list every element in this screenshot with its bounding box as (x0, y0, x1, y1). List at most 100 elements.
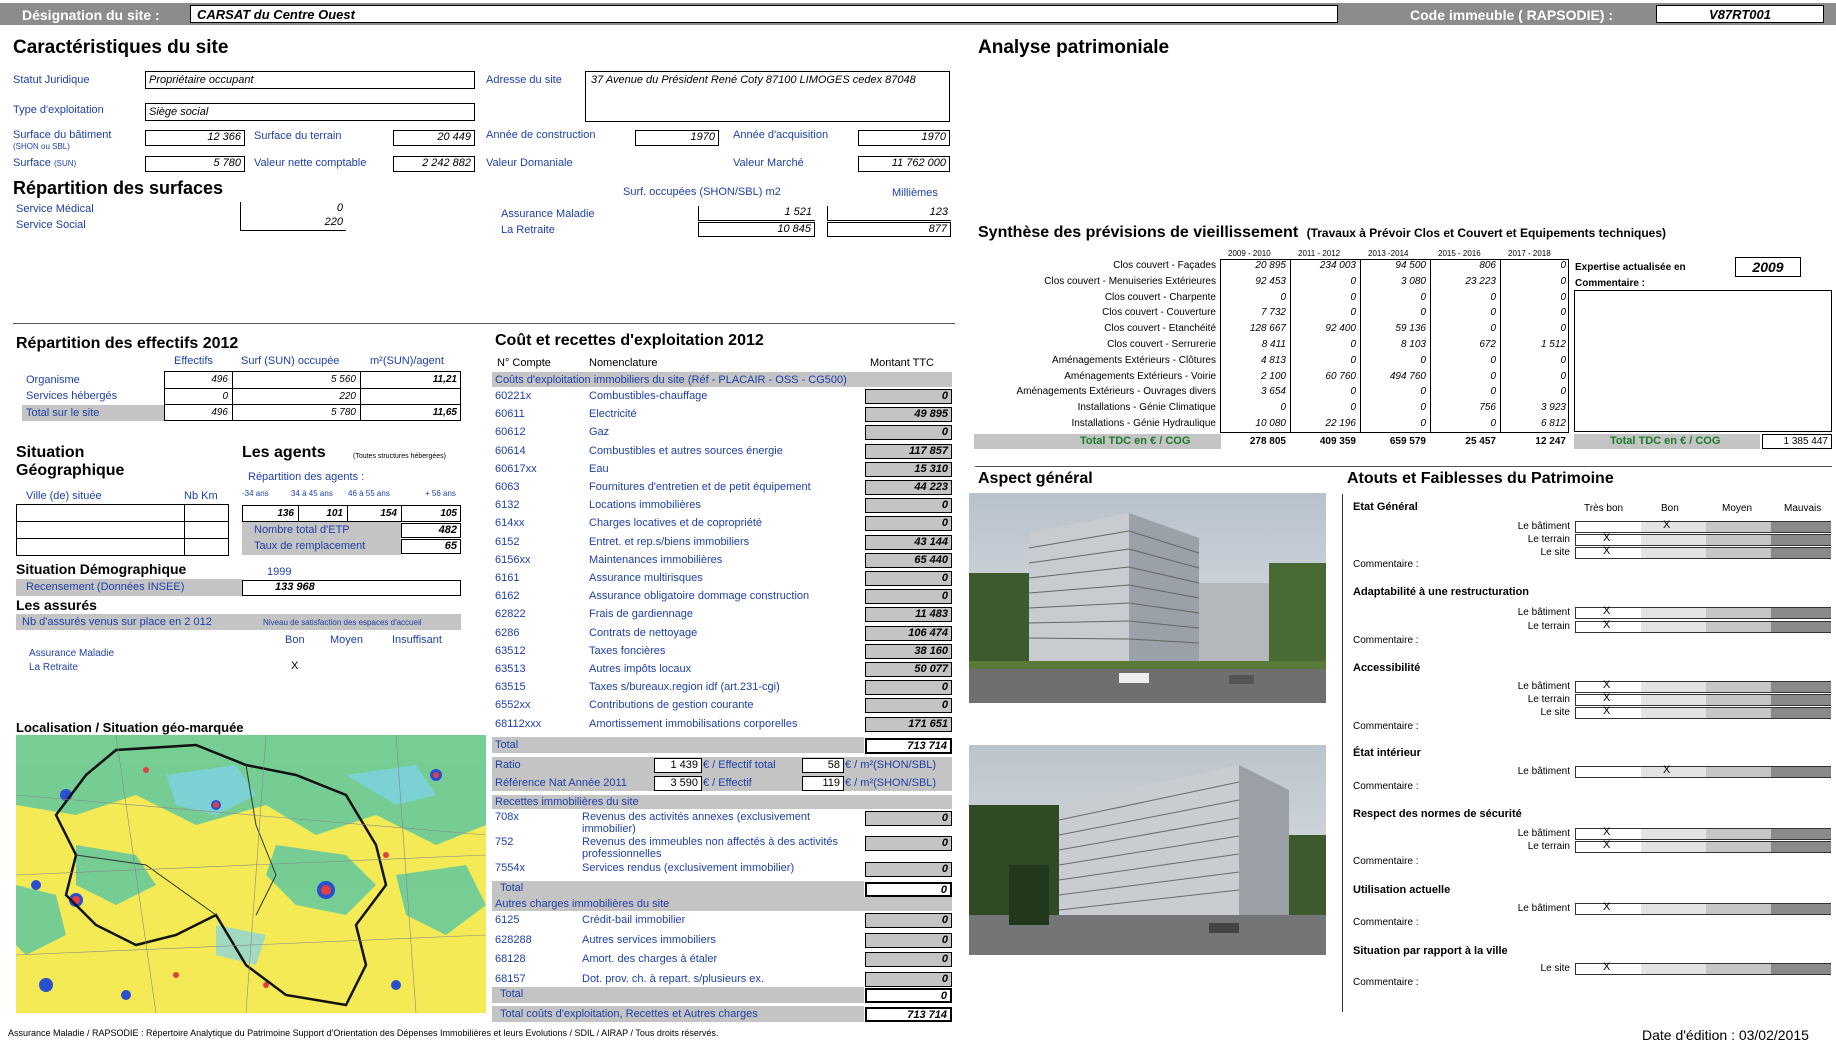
caracteristiques-title: Caractéristiques du site (13, 37, 229, 58)
synthese-cell: 3 654 (1260, 386, 1286, 398)
cout-nomen: Amortissement immobilisations corporelle… (589, 717, 798, 730)
cout-nomen: Assurance multirisques (589, 572, 703, 584)
synthese-cell: 0 (1420, 307, 1426, 319)
atouts-col-4: Mauvais (1784, 503, 1822, 514)
atouts-bar (1706, 547, 1771, 559)
synthese-cell: 0 (1560, 307, 1566, 319)
synthese-cell: 2 100 (1260, 370, 1286, 382)
atouts-bar (1706, 903, 1771, 915)
autre-compte: 628288 (495, 933, 532, 946)
cout-compte: 60614 (495, 444, 526, 457)
code-field: V87RT001 (1656, 5, 1824, 23)
social-field: 220 (240, 216, 346, 231)
sat-col-insuffisant: Insuffisant (392, 634, 442, 646)
section1-label: Coûts d'exploitation immobiliers du site… (495, 374, 847, 386)
atouts-bar (1641, 963, 1706, 975)
atouts-mark: X (1603, 679, 1611, 691)
synthese-cell: 23 223 (1465, 275, 1496, 287)
cout-nomen: Gaz (589, 426, 610, 439)
atouts-comment: Commentaire : (1353, 917, 1419, 928)
atouts-bar (1771, 903, 1831, 915)
effectifs-heb-e: 0 (222, 391, 228, 402)
atouts-item-label: Le bâtiment (1517, 521, 1570, 532)
atouts-item-label: Le bâtiment (1517, 903, 1570, 914)
recette-montant: 0 (865, 862, 952, 877)
autre-montant: 0 (865, 932, 952, 948)
age-3: 46 à 55 ans (348, 489, 390, 498)
atouts-mark: X (1663, 764, 1671, 776)
synthese-comment-box (1574, 290, 1832, 432)
synthese-cell: 0 (1490, 307, 1496, 319)
effectifs-col-e: Effectifs (174, 355, 213, 367)
situation-title-2: Géographique (16, 462, 125, 479)
atouts-bar (1771, 841, 1831, 853)
autre-nomen: Amort. des charges à étaler (582, 953, 718, 965)
synthese-title: Synthèse des prévisions de vieillissemen… (978, 224, 1299, 241)
cout-compte: 62822 (495, 608, 526, 621)
atouts-bar (1575, 766, 1641, 778)
cout-compte: 6162 (495, 590, 520, 603)
synthese-period: 2009 - 2010 (1228, 249, 1271, 258)
cout-nomen: Contributions de gestion courante (589, 699, 754, 712)
atouts-divider (1342, 494, 1343, 1012)
building-photo-2 (969, 745, 1326, 955)
atouts-bar (1771, 607, 1831, 619)
age-value-2: 101 (326, 508, 343, 519)
annee-constr-field: 1970 (635, 130, 719, 146)
effectifs-row-heb: Services hébergés (26, 390, 118, 402)
cout-montant: 0 (865, 389, 952, 404)
synthese-col-divider (1290, 259, 1291, 433)
couts-title: Coût et recettes d'exploitation 2012 (495, 332, 764, 349)
cout-nomen: Assurance obligatoire dommage constructi… (589, 590, 810, 603)
localisation-map (16, 735, 486, 1013)
synthese-cell: 0 (1420, 418, 1426, 429)
atouts-col-3: Moyen (1722, 503, 1753, 514)
synthese-total-cell: 278 805 (1249, 436, 1286, 447)
cout-nomen: Entret. et rep.s/biens immobiliers (589, 535, 750, 548)
synthese-period: 2013 -2014 (1368, 249, 1409, 258)
etp-label: Nombre total d'ETP (254, 524, 350, 536)
cout-montant: 117 857 (865, 443, 952, 459)
atouts-bar (1641, 766, 1706, 778)
effectifs-col-s: Surf (SUN) occupée (241, 355, 340, 367)
atouts-section-title: Utilisation actuelle (1353, 884, 1451, 896)
synthese-cell: 0 (1350, 291, 1356, 303)
aspect-title: Aspect général (978, 470, 1093, 487)
synthese-cell: 0 (1560, 370, 1566, 382)
atouts-item-label: Le terrain (1527, 534, 1570, 545)
atouts-comment: Commentaire : (1353, 635, 1419, 646)
ref-u2: € / m²(SHON/SBL) (845, 777, 937, 789)
atouts-bar (1641, 903, 1706, 915)
atouts-mark: X (1603, 901, 1611, 913)
surface-sun-text: Surface (13, 157, 51, 169)
expertise-value: 2009 (1735, 257, 1801, 277)
site-label: Désignation du site : (22, 7, 160, 23)
synthese-cell: 806 (1479, 260, 1496, 271)
surf-terrain-label: Surface du terrain (254, 130, 342, 142)
ville-table (16, 504, 229, 556)
atouts-title: Atouts et Faiblesses du Patrimoine (1347, 470, 1614, 487)
synthese-cell: 0 (1490, 386, 1496, 398)
effectifs-row-org: Organisme (26, 374, 80, 386)
demo-title: Situation Démographique (16, 561, 187, 577)
grand-total-label: Total coûts d'exploitation, Recettes et … (500, 1008, 758, 1020)
recette-nomen: Services rendus (exclusivement immobilie… (582, 862, 795, 874)
surfaces-ret-mil: 877 (827, 222, 951, 237)
social-label: Service Social (16, 219, 86, 231)
atouts-item-label: Le bâtiment (1517, 607, 1570, 618)
footer-text: Assurance Maladie / RAPSODIE : Répertoir… (8, 1028, 719, 1038)
cout-compte: 63512 (495, 644, 526, 657)
medical-label: Service Médical (16, 203, 94, 215)
cout-nomen: Eau (589, 462, 609, 475)
cout-nomen: Electricité (589, 408, 637, 421)
cout-compte: 6286 (495, 626, 520, 639)
cout-compte: 6552xx (495, 699, 531, 712)
atouts-bar (1771, 547, 1831, 559)
atouts-bar (1641, 681, 1706, 693)
atouts-item-label: Le site (1540, 547, 1570, 558)
synthese-cell: 8 411 (1261, 339, 1286, 350)
cout-compte: 6156xx (495, 553, 531, 566)
atouts-comment: Commentaire : (1353, 559, 1419, 570)
atouts-section-title: Accessibilité (1353, 662, 1421, 674)
atouts-section-title: Situation par rapport à la ville (1353, 945, 1508, 957)
